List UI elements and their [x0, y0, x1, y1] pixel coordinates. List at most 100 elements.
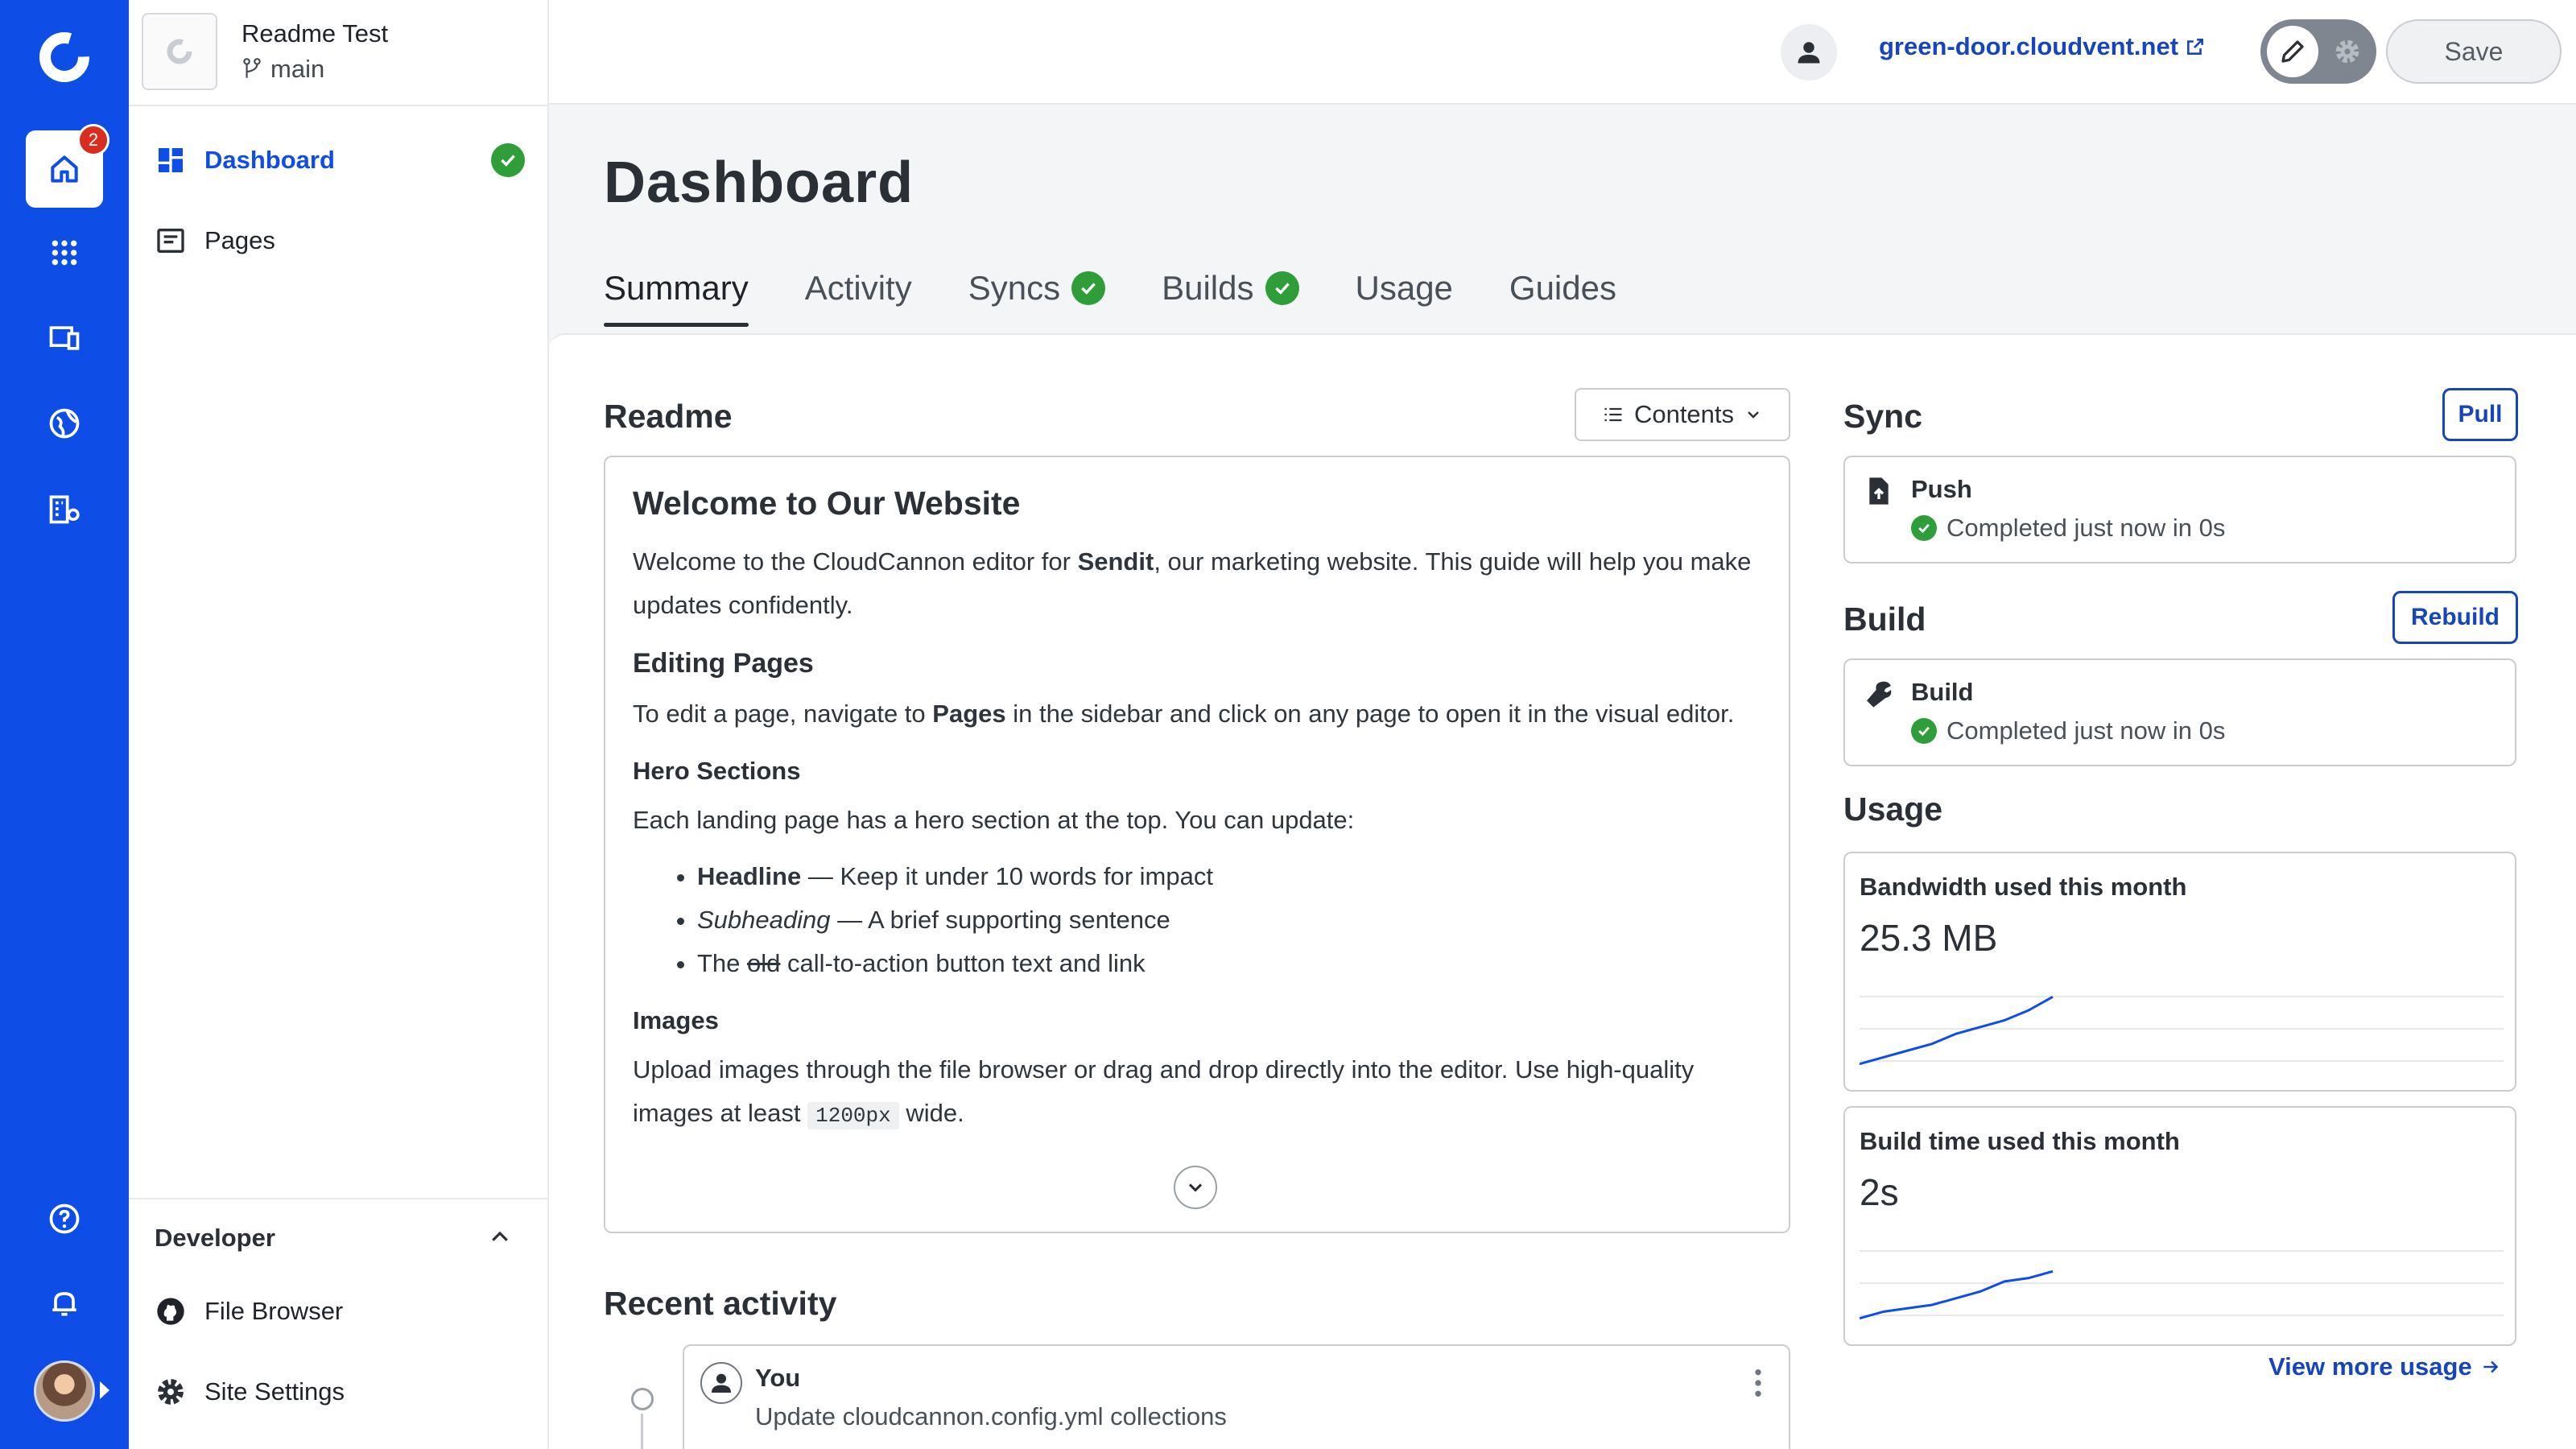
contents-label: Contents — [1633, 400, 1735, 428]
sidebar: Readme Test main Dashboard Pages Develop… — [129, 0, 549, 1449]
rail-home-button[interactable]: 2 — [26, 124, 109, 208]
sidebar-item-label: Site Settings — [204, 1377, 345, 1406]
top-bar: green-door.cloudvent.net Save — [549, 0, 2576, 105]
tab-label: Activity — [804, 269, 912, 307]
site-branch[interactable]: main — [242, 55, 324, 84]
caret-right-icon[interactable] — [100, 1381, 109, 1399]
notification-badge: 2 — [77, 124, 109, 156]
build-time-value: 2s — [1860, 1171, 1899, 1213]
tab-label: Builds — [1162, 269, 1254, 307]
sidebar-item-label: Pages — [204, 226, 275, 254]
build-title: Build — [1843, 601, 1926, 638]
wrench-icon — [1863, 678, 1895, 714]
readme-heading: Images — [633, 1006, 719, 1034]
sidebar-item-dashboard[interactable]: Dashboard — [155, 132, 525, 188]
contents-dropdown-button[interactable]: Contents — [1575, 388, 1790, 441]
grid-dots-icon — [52, 240, 77, 266]
more-vertical-icon[interactable] — [1752, 1367, 1765, 1403]
person-icon — [1798, 42, 1820, 64]
tab-syncs[interactable]: Syncs — [968, 250, 1106, 327]
sync-status-title: Push — [1911, 475, 1972, 503]
chevron-down-icon — [1188, 1183, 1203, 1192]
rebuild-button[interactable]: Rebuild — [2392, 591, 2518, 644]
site-placeholder-icon — [167, 39, 192, 64]
help-icon — [49, 1203, 80, 1234]
activity-description: Update cloudcannon.config.yml collection… — [755, 1402, 1227, 1430]
list-item: Subheading — A brief supporting sentence — [697, 898, 1761, 942]
activity-item[interactable]: You Update cloudcannon.config.yml collec… — [683, 1344, 1790, 1449]
cloudcannon-logo-icon[interactable] — [32, 29, 97, 85]
tab-guides[interactable]: Guides — [1509, 250, 1616, 327]
editor-mode-toggle[interactable] — [2260, 19, 2376, 84]
success-check-icon — [491, 143, 525, 177]
pull-button[interactable]: Pull — [2442, 388, 2518, 441]
gear-icon — [158, 1379, 184, 1405]
sync-status-line: Completed just now in 0s — [1911, 514, 2225, 543]
building-gear-icon — [49, 495, 80, 524]
rail-globe-button[interactable] — [26, 385, 103, 462]
sparkline-series — [1860, 1269, 2054, 1320]
sidebar-item-file-browser[interactable]: File Browser — [155, 1283, 525, 1340]
rail-apps-button[interactable] — [26, 214, 103, 291]
home-icon — [51, 155, 78, 183]
tab-usage[interactable]: Usage — [1356, 250, 1453, 327]
rail-devices-button[interactable] — [26, 299, 103, 377]
build-time-usage-card[interactable]: Build time used this month 2s — [1843, 1106, 2516, 1346]
tab-summary[interactable]: Summary — [604, 250, 749, 327]
dashboard-icon — [159, 148, 183, 172]
bandwidth-sparkline — [1860, 996, 2504, 1066]
external-link-icon — [2187, 39, 2203, 55]
divider — [129, 105, 549, 106]
list-icon — [1604, 407, 1622, 422]
readme-paragraph: To edit a page, navigate to Pages in the… — [633, 700, 1735, 728]
readme-content: Welcome to Our Website Welcome to the Cl… — [604, 456, 1790, 1233]
divider — [129, 1198, 549, 1199]
pencil-icon — [2281, 40, 2304, 63]
site-name: Readme Test — [242, 19, 389, 47]
sidebar-item-pages[interactable]: Pages — [155, 213, 525, 269]
readme-heading: Welcome to Our Website — [633, 485, 1021, 522]
success-check-icon — [1071, 271, 1106, 305]
sync-status-card[interactable]: Push Completed just now in 0s — [1843, 456, 2516, 564]
readme-title: Readme — [604, 398, 733, 435]
view-more-usage-link[interactable]: View more usage — [2268, 1352, 2501, 1381]
expand-readme-button[interactable] — [1174, 1166, 1217, 1209]
success-check-icon — [1265, 271, 1299, 305]
readme-paragraph: Upload images through the file browser o… — [633, 1055, 1695, 1129]
bandwidth-usage-card[interactable]: Bandwidth used this month 25.3 MB — [1843, 852, 2516, 1092]
account-button[interactable] — [1781, 24, 1837, 80]
settings-mode-gear-icon — [2333, 37, 2362, 70]
arrow-right-icon — [2483, 1360, 2499, 1373]
site-header[interactable]: Readme Test main — [142, 13, 544, 90]
tab-label: Syncs — [968, 269, 1061, 307]
sidebar-item-label: File Browser — [204, 1297, 344, 1325]
tab-builds[interactable]: Builds — [1162, 250, 1299, 327]
list-item: The old call-to-action button text and l… — [697, 942, 1761, 985]
page-title: Dashboard — [604, 151, 914, 215]
rail-help-button[interactable] — [26, 1180, 103, 1257]
site-thumbnail — [142, 13, 217, 90]
save-button[interactable]: Save — [2386, 19, 2562, 84]
sync-title: Sync — [1843, 398, 1922, 435]
build-status-text: Completed just now in 0s — [1946, 716, 2226, 745]
sidebar-item-label: Dashboard — [204, 146, 335, 174]
success-check-icon — [1911, 718, 1937, 744]
rail-org-settings-button[interactable] — [26, 470, 103, 547]
build-status-card[interactable]: Build Completed just now in 0s — [1843, 658, 2516, 766]
rail-notifications-button[interactable] — [26, 1264, 103, 1341]
tab-label: Summary — [604, 269, 749, 307]
edit-mode-knob — [2267, 26, 2318, 77]
readme-heading: Hero Sections — [633, 757, 801, 785]
build-status-title: Build — [1911, 678, 1974, 706]
user-avatar[interactable] — [34, 1360, 95, 1422]
dashboard-tabs: Summary Activity Syncs Builds Usage Guid… — [604, 250, 1616, 327]
site-url-link[interactable]: green-door.cloudvent.net — [1879, 32, 2206, 61]
bell-icon — [52, 1292, 76, 1316]
sidebar-item-site-settings[interactable]: Site Settings — [155, 1364, 525, 1420]
tab-activity[interactable]: Activity — [805, 250, 912, 327]
readme-paragraph: Welcome to the CloudCannon editor for Se… — [633, 547, 1752, 619]
chevron-up-icon[interactable] — [488, 1225, 512, 1253]
readme-list: Headline — Keep it under 10 words for im… — [697, 855, 1761, 985]
bandwidth-value: 25.3 MB — [1860, 917, 1998, 959]
build-time-sparkline — [1860, 1250, 2504, 1320]
